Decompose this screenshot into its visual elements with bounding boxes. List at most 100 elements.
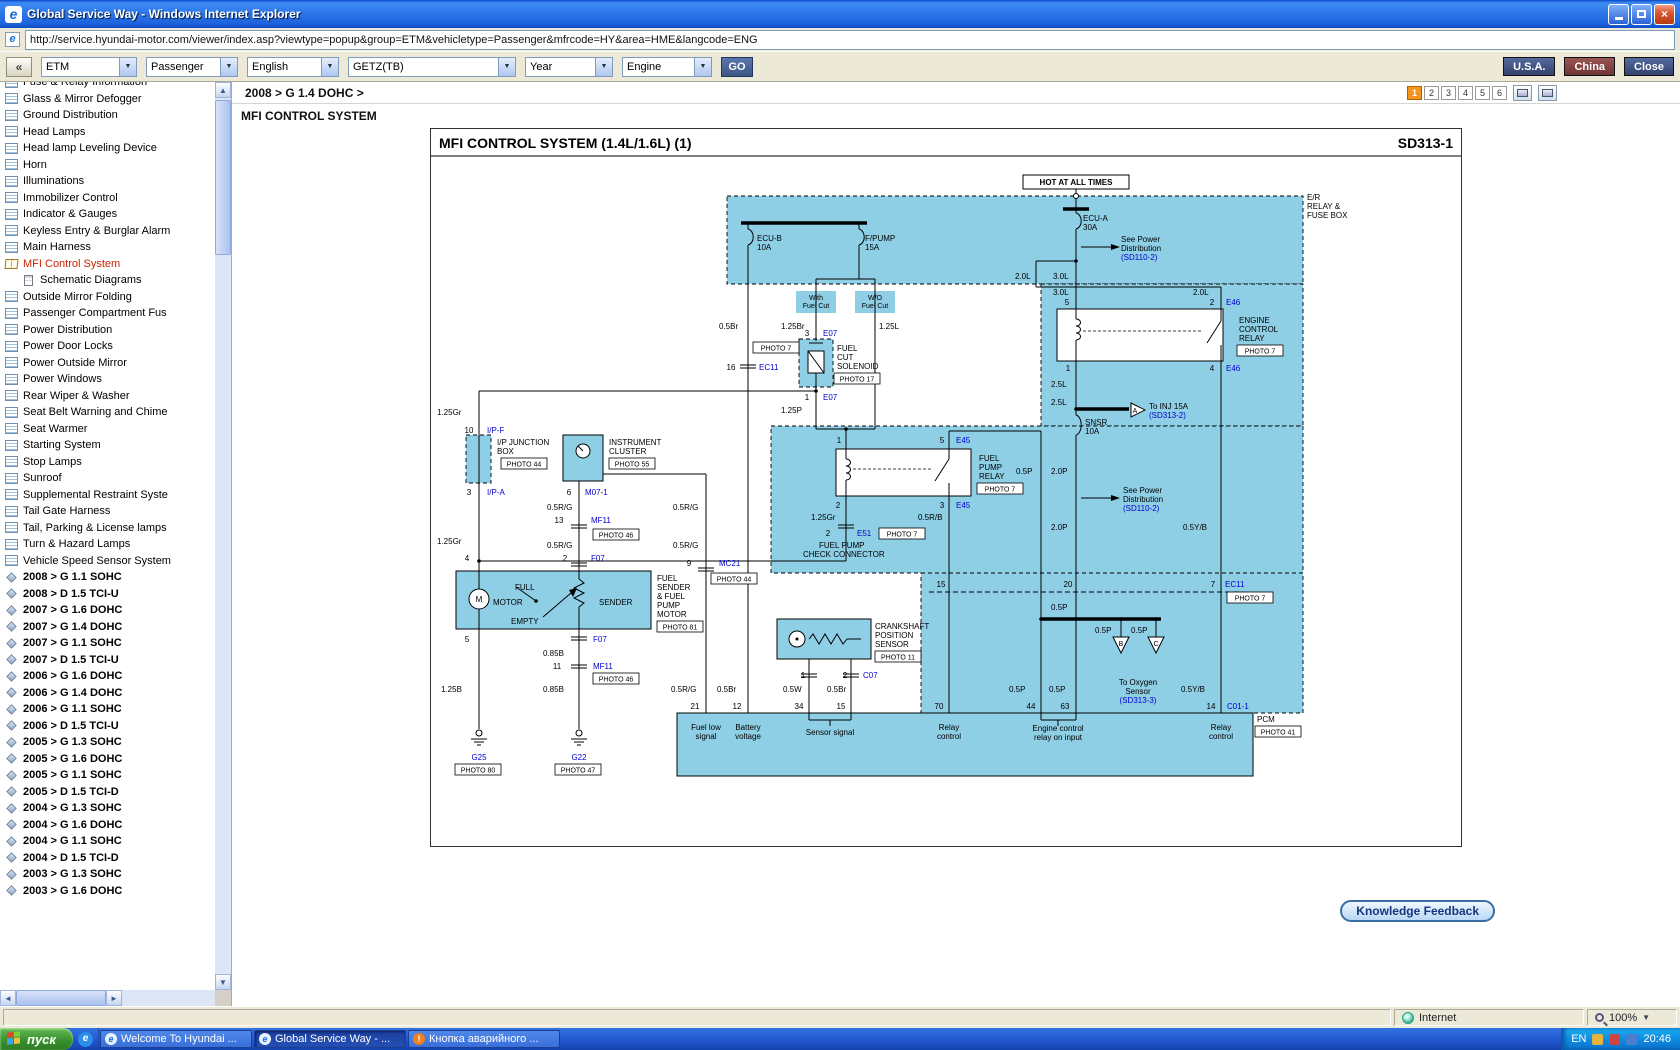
sidebar-item[interactable]: Power Outside Mirror (5, 355, 215, 372)
select-engine[interactable]: Engine ▼ (622, 56, 712, 77)
sidebar-item[interactable]: Immobilizer Control (5, 190, 215, 207)
sidebar-item[interactable]: Fuse & Relay Information (5, 82, 215, 91)
close-button[interactable]: × (1654, 3, 1675, 25)
taskbar-item[interactable]: e Welcome To Hyundai ... (100, 1030, 252, 1048)
sidebar-item[interactable]: Seat Warmer (5, 421, 215, 438)
url-field[interactable]: http://service.hyundai-motor.com/viewer/… (25, 29, 1675, 50)
sidebar-item[interactable]: 2004 > D 1.5 TCI-D (5, 850, 215, 867)
select-group[interactable]: ETM ▼ (41, 56, 137, 77)
photo-ref-button[interactable]: PHOTO 46 (592, 672, 640, 685)
start-button[interactable]: пуск (0, 1028, 73, 1050)
photo-ref-button[interactable]: PHOTO 7 (1226, 591, 1274, 604)
sidebar-item[interactable]: 2007 > G 1.6 DOHC (5, 602, 215, 619)
sidebar-item[interactable]: Sunroof (5, 470, 215, 487)
sidebar-item[interactable]: Stop Lamps (5, 454, 215, 471)
connector-link[interactable]: MF11 (591, 516, 611, 525)
connector-link[interactable]: (SD313-2) (1149, 411, 1186, 420)
sidebar-item[interactable]: Outside Mirror Folding (5, 289, 215, 306)
sidebar-item[interactable]: 2007 > G 1.1 SOHC (5, 635, 215, 652)
page-button[interactable]: 4 (1458, 86, 1473, 100)
sidebar-item[interactable]: Ground Distribution (5, 107, 215, 124)
photo-ref-button[interactable]: PHOTO 55 (608, 457, 656, 470)
close-viewer-button[interactable]: Close (1624, 57, 1674, 76)
sidebar-item[interactable]: Power Windows (5, 371, 215, 388)
zoom-panel[interactable]: 100% ▼ (1587, 1009, 1677, 1026)
sidebar-item[interactable]: Passenger Compartment Fus (5, 305, 215, 322)
connector-link[interactable]: E46 (1226, 298, 1241, 307)
minimize-button[interactable] (1608, 3, 1629, 25)
taskbar-item[interactable]: e Global Service Way - ... (254, 1030, 406, 1048)
photo-ref-button[interactable]: PHOTO 41 (1254, 725, 1302, 738)
connector-link[interactable]: F07 (591, 554, 605, 563)
photo-ref-button[interactable]: PHOTO 7 (878, 527, 926, 540)
photo-ref-button[interactable]: PHOTO 44 (710, 572, 758, 585)
scroll-up-icon[interactable]: ▲ (215, 82, 231, 98)
maximize-button[interactable] (1631, 3, 1652, 25)
page-button[interactable]: 5 (1475, 86, 1490, 100)
sidebar-item[interactable]: 2005 > G 1.3 SOHC (5, 734, 215, 751)
connector-link[interactable]: E51 (857, 529, 872, 538)
page-button[interactable]: 6 (1492, 86, 1507, 100)
select-year[interactable]: Year ▼ (525, 56, 613, 77)
select-model[interactable]: GETZ(TB) ▼ (348, 56, 516, 77)
print-icon[interactable] (1513, 85, 1532, 101)
connector-link[interactable]: I/P-A (487, 488, 505, 497)
connector-link[interactable]: (SD110-2) (1123, 504, 1160, 513)
page-button[interactable]: 3 (1441, 86, 1456, 100)
sidebar-item[interactable]: Turn & Hazard Lamps (5, 536, 215, 553)
sidebar-item[interactable]: 2006 > G 1.4 DOHC (5, 685, 215, 702)
photo-ref-button[interactable]: PHOTO 7 (752, 341, 800, 354)
sidebar-item[interactable]: 2003 > G 1.6 DOHC (5, 883, 215, 900)
select-vehicletype[interactable]: Passenger ▼ (146, 56, 238, 77)
page-button[interactable]: 2 (1424, 86, 1439, 100)
scroll-thumb[interactable] (215, 100, 231, 255)
photo-ref-button[interactable]: PHOTO 47 (554, 763, 602, 776)
photo-ref-button[interactable]: PHOTO 7 (1236, 344, 1284, 357)
connector-link[interactable]: G25 (471, 753, 487, 762)
language-indicator[interactable]: EN (1571, 1033, 1586, 1045)
connector-link[interactable]: E07 (823, 393, 838, 402)
sidebar-item[interactable]: 2005 > G 1.1 SOHC (5, 767, 215, 784)
sidebar-item[interactable]: MFI Control System (4, 256, 215, 273)
sidebar-item[interactable]: 2006 > G 1.6 DOHC (5, 668, 215, 685)
sidebar-item[interactable]: Rear Wiper & Washer (5, 388, 215, 405)
photo-ref-button[interactable]: PHOTO 80 (454, 763, 502, 776)
sidebar-horizontal-scrollbar[interactable]: ◄ ► (0, 990, 215, 1006)
sidebar-item[interactable]: 2006 > D 1.5 TCI-U (5, 718, 215, 735)
sidebar-item[interactable]: 2005 > D 1.5 TCI-D (5, 784, 215, 801)
ie-quicklaunch-icon[interactable]: e (78, 1031, 93, 1047)
sidebar-item[interactable]: Power Door Locks (5, 338, 215, 355)
connector-link[interactable]: I/P-F (487, 426, 504, 435)
connector-link[interactable]: MC21 (719, 559, 741, 568)
sidebar-item[interactable]: 2004 > G 1.6 DOHC (5, 817, 215, 834)
connector-link[interactable]: (SD313-3) (1120, 696, 1157, 705)
sidebar-item[interactable]: Schematic Diagrams (5, 272, 215, 289)
sidebar-item[interactable]: 2007 > D 1.5 TCI-U (5, 652, 215, 669)
connector-link[interactable]: E45 (956, 501, 971, 510)
sidebar-item[interactable]: 2008 > D 1.5 TCI-U (5, 586, 215, 603)
sidebar-item[interactable]: 2004 > G 1.3 SOHC (5, 800, 215, 817)
photo-ref-button[interactable]: PHOTO 7 (976, 482, 1024, 495)
connector-link[interactable]: E45 (956, 436, 971, 445)
sidebar-item[interactable]: Indicator & Gauges (5, 206, 215, 223)
connector-link[interactable]: EC11 (1225, 580, 1245, 589)
scroll-down-icon[interactable]: ▼ (215, 974, 231, 990)
sidebar-item[interactable]: Keyless Entry & Burglar Alarm (5, 223, 215, 240)
connector-link[interactable]: MF11 (593, 662, 613, 671)
sidebar-item[interactable]: Starting System (5, 437, 215, 454)
connector-link[interactable]: E46 (1226, 364, 1241, 373)
connector-link[interactable]: M07-1 (585, 488, 608, 497)
sidebar-item[interactable]: 2003 > G 1.3 SOHC (5, 866, 215, 883)
sidebar-item[interactable]: Glass & Mirror Defogger (5, 91, 215, 108)
connector-link[interactable]: (SD110-2) (1121, 253, 1158, 262)
sidebar-item[interactable]: 2008 > G 1.1 SOHC (5, 569, 215, 586)
connector-link[interactable]: HOT AT ALL TIMES (1040, 178, 1114, 187)
sidebar-item[interactable]: Supplemental Restraint Syste (5, 487, 215, 504)
back-button[interactable]: « (6, 56, 32, 77)
scroll-left-icon[interactable]: ◄ (0, 990, 16, 1006)
tray-icon[interactable] (1592, 1033, 1604, 1045)
sidebar-item[interactable]: Seat Belt Warning and Chime (5, 404, 215, 421)
sidebar-item[interactable]: Illuminations (5, 173, 215, 190)
sidebar-item[interactable]: 2004 > G 1.1 SOHC (5, 833, 215, 850)
connector-link[interactable]: E07 (823, 329, 838, 338)
